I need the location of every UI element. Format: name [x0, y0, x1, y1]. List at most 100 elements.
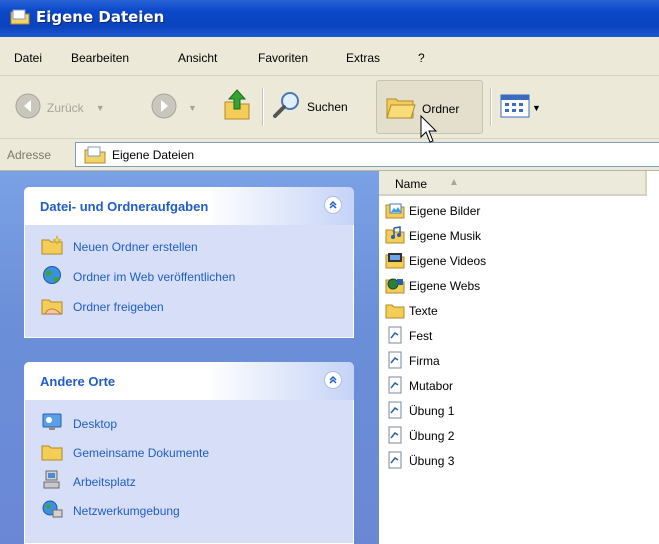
address-value: Eigene Dateien [112, 148, 195, 162]
up-folder-button[interactable] [222, 88, 252, 125]
column-divider[interactable] [645, 171, 647, 196]
search-button[interactable]: Suchen [272, 90, 348, 123]
document-icon [385, 326, 405, 347]
file-name: Eigene Webs [409, 279, 481, 293]
desktop-icon [41, 412, 63, 435]
panel-header[interactable]: Datei- und Ordneraufgaben [24, 187, 354, 225]
menu-file[interactable]: Datei [14, 51, 42, 65]
computer-icon [41, 470, 63, 493]
task-label: Neuen Ordner erstellen [73, 239, 198, 254]
address-label: Adresse [7, 148, 52, 162]
chevron-down-icon: ▼ [532, 102, 541, 113]
task-publish-web[interactable]: Ordner im Web veröffentlichen [41, 265, 235, 288]
search-icon [272, 90, 302, 123]
file-name: Eigene Musik [409, 229, 482, 243]
folder-icon [10, 9, 30, 25]
toolbar: Zurück ▼ ▼ Suchen Ordner ▼ [0, 76, 659, 139]
file-name: Übung 2 [409, 429, 455, 443]
globe-icon [41, 265, 63, 288]
file-item[interactable]: Eigene Bilder [385, 200, 480, 222]
task-label: Ordner freigeben [73, 299, 164, 314]
views-icon [500, 94, 530, 121]
other-places-panel: Andere Orte Desktop Gemeinsame Dokumente [24, 362, 354, 544]
place-shared-documents[interactable]: Gemeinsame Dokumente [41, 441, 209, 464]
search-label: Suchen [307, 99, 348, 114]
webs-folder-icon [385, 276, 405, 297]
task-label: Arbeitsplatz [73, 474, 136, 489]
sort-ascending-icon: ▲ [449, 177, 459, 188]
file-name: Übung 3 [409, 454, 455, 468]
column-header-name[interactable]: Name ▲ [379, 171, 645, 196]
folder-up-icon [222, 88, 252, 125]
mouse-cursor-icon [420, 114, 438, 148]
file-item[interactable]: Übung 2 [385, 425, 454, 447]
column-header-label: Name [395, 177, 428, 191]
collapse-chevron-icon[interactable] [324, 371, 342, 389]
task-share-folder[interactable]: Ordner freigeben [41, 295, 164, 318]
folders-label: Ordner [422, 101, 460, 116]
file-item[interactable]: Mutabor [385, 375, 453, 397]
views-button[interactable]: ▼ [500, 94, 541, 121]
file-name: Mutabor [409, 379, 454, 393]
music-folder-icon [385, 225, 405, 247]
collapse-chevron-icon[interactable] [324, 196, 342, 214]
chevron-down-icon: ▼ [188, 102, 197, 113]
document-icon [385, 351, 405, 372]
file-item[interactable]: Übung 1 [385, 400, 454, 422]
file-item[interactable]: Übung 3 [385, 450, 454, 472]
file-folder-tasks-panel: Datei- und Ordneraufgaben Neuen Ordner e… [24, 187, 354, 338]
place-network[interactable]: Netzwerkumgebung [41, 499, 180, 522]
file-name: Firma [409, 354, 440, 368]
file-item[interactable]: Eigene Videos [385, 250, 486, 272]
file-item[interactable]: Firma [385, 350, 440, 372]
folders-icon [385, 93, 417, 124]
window-title: Eigene Dateien [36, 8, 165, 26]
document-icon [385, 376, 405, 397]
forward-arrow-icon [150, 92, 178, 123]
back-arrow-icon [14, 92, 42, 123]
new-folder-icon [41, 235, 63, 258]
panel-body: Neuen Ordner erstellen Ordner im Web ver… [24, 225, 354, 338]
place-my-computer[interactable]: Arbeitsplatz [41, 470, 136, 493]
menu-view[interactable]: Ansicht [178, 51, 217, 65]
file-list-pane: Name ▲ Eigene Bilder Eigene Musik Eigene… [379, 171, 659, 544]
file-name: Eigene Bilder [409, 204, 481, 218]
toolbar-separator [490, 88, 491, 126]
document-icon [385, 451, 405, 472]
file-item[interactable]: Texte [385, 300, 438, 322]
document-icon [385, 426, 405, 447]
pictures-folder-icon [385, 201, 405, 222]
file-name: Fest [409, 329, 433, 343]
file-name: Übung 1 [409, 404, 455, 418]
folder-icon [41, 441, 63, 464]
menu-tools[interactable]: Extras [346, 51, 380, 65]
back-label: Zurück [47, 100, 84, 115]
task-pane: Datei- und Ordneraufgaben Neuen Ordner e… [0, 171, 379, 544]
menu-help[interactable]: ? [418, 51, 425, 65]
file-item[interactable]: Eigene Webs [385, 275, 480, 297]
back-button[interactable]: Zurück ▼ [14, 92, 105, 123]
task-label: Gemeinsame Dokumente [73, 445, 210, 460]
network-icon [41, 499, 63, 522]
forward-button[interactable]: ▼ [150, 92, 197, 123]
panel-header[interactable]: Andere Orte [24, 362, 354, 400]
file-item[interactable]: Eigene Musik [385, 225, 481, 247]
address-input[interactable]: Eigene Dateien [75, 142, 659, 167]
file-item[interactable]: Fest [385, 325, 432, 347]
menu-edit[interactable]: Bearbeiten [71, 51, 129, 65]
toolbar-separator [262, 88, 263, 126]
document-icon [385, 401, 405, 422]
task-label: Netzwerkumgebung [73, 503, 180, 518]
task-new-folder[interactable]: Neuen Ordner erstellen [41, 235, 198, 258]
task-label: Ordner im Web veröffentlichen [73, 269, 236, 284]
place-desktop[interactable]: Desktop [41, 412, 117, 435]
file-name: Texte [409, 304, 438, 318]
chevron-down-icon: ▼ [95, 102, 105, 113]
menu-favorites[interactable]: Favoriten [258, 51, 308, 65]
panel-body: Desktop Gemeinsame Dokumente Arbeitsplat… [24, 400, 354, 544]
title-bar[interactable]: Eigene Dateien [0, 0, 659, 37]
folder-icon [385, 301, 405, 322]
file-name: Eigene Videos [409, 254, 487, 268]
menu-bar: Datei Bearbeiten Ansicht Favoriten Extra… [0, 37, 659, 76]
task-label: Desktop [73, 416, 118, 431]
